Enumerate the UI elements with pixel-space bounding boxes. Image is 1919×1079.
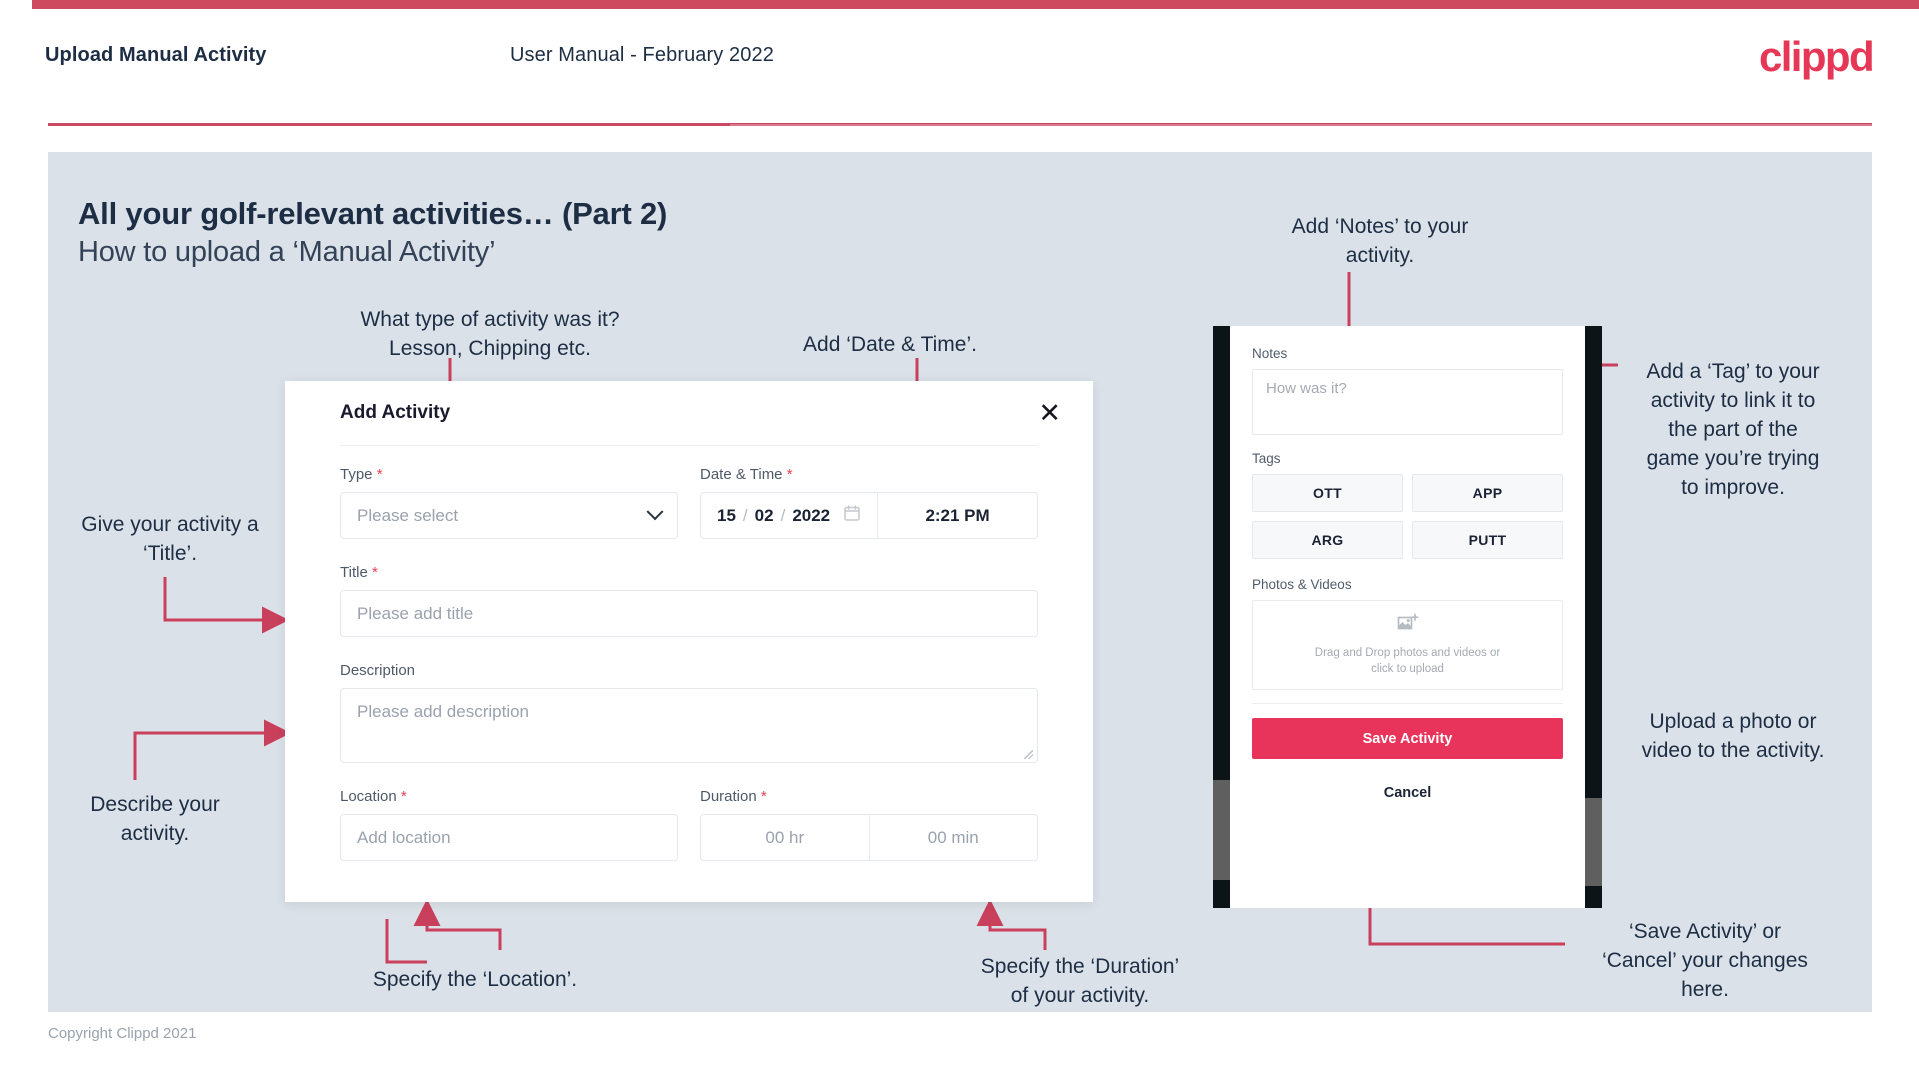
tag-arg[interactable]: ARG [1252, 521, 1403, 559]
notes-label: Notes [1252, 346, 1288, 361]
calendar-icon[interactable] [843, 504, 861, 527]
notes-placeholder: How was it? [1266, 380, 1347, 397]
dropzone-line-1: Drag and Drop photos and videos or [1314, 647, 1501, 659]
field-duration-label: Duration * [700, 788, 767, 805]
field-datetime: Date & Time * 15 / 02 / 2022 2:21 PM [700, 466, 1038, 539]
modal-header-divider [340, 445, 1038, 446]
slide-canvas: Upload Manual Activity User Manual - Feb… [0, 0, 1919, 1079]
annotation-description: Describe your activity. [90, 793, 220, 845]
date-input[interactable]: 15 / 02 / 2022 [701, 493, 877, 538]
type-select-value: Please select [357, 505, 459, 525]
duration-minutes-input[interactable]: 00 min [868, 815, 1038, 860]
field-datetime-label: Date & Time * [700, 466, 793, 483]
annotation-save: ‘Save Activity’ or ‘Cancel’ your changes… [1602, 920, 1808, 1001]
required-marker: * [786, 466, 793, 483]
tags-grid: OTT APP ARG PUTT [1252, 474, 1563, 559]
title-input[interactable]: Please add title [340, 590, 1038, 637]
type-select[interactable]: Please select [340, 492, 678, 539]
annotation-notes: Add ‘Notes’ to your activity. [1291, 215, 1469, 267]
field-title: Title * Please add title [340, 564, 1038, 637]
page-subtitle: User Manual - February 2022 [510, 44, 774, 66]
dropzone-line-2: click to upload [1371, 663, 1444, 675]
slide-subheading: How to upload a ‘Manual Activity’ [78, 236, 496, 268]
page-title: Upload Manual Activity [45, 44, 267, 66]
phone-divider [1252, 703, 1563, 704]
annotation-type: What type of activity was it? Lesson, Ch… [360, 308, 620, 360]
field-type-label: Type * [340, 466, 383, 483]
field-location: Location * Add location [340, 788, 678, 861]
description-placeholder: Please add description [357, 702, 530, 721]
field-title-label: Title * [340, 564, 378, 581]
description-textarea[interactable]: Please add description [340, 688, 1038, 763]
date-sep: / [780, 505, 786, 525]
top-accent-bar [0, 0, 1919, 9]
date-year: 2022 [792, 505, 831, 525]
notes-textarea[interactable]: How was it? [1252, 369, 1563, 435]
clippd-logo: clippd [1758, 33, 1875, 80]
slide-heading: All your golf-relevant activities… (Part… [78, 196, 668, 231]
location-placeholder: Add location [357, 827, 451, 847]
header-divider-light [730, 124, 1872, 126]
photo-dropzone[interactable]: Drag and Drop photos and videos or click… [1252, 600, 1563, 690]
close-icon[interactable]: ✕ [1032, 398, 1067, 429]
phone-volume-button-left [1213, 780, 1230, 880]
annotation-title: Give your activity a ‘Title’. [81, 513, 259, 565]
phone-screen: Notes How was it? Tags OTT APP ARG PUTT … [1230, 326, 1585, 908]
tag-ott[interactable]: OTT [1252, 474, 1403, 512]
date-month: 02 [754, 505, 774, 525]
required-marker: * [400, 788, 407, 805]
required-marker: * [376, 466, 383, 483]
field-description-label: Description [340, 662, 416, 679]
duration-group: 00 hr 00 min [700, 814, 1038, 861]
annotation-upload: Upload a photo or video to the activity. [1641, 710, 1825, 762]
row-location-duration: Location * Add location Duration * 00 hr… [340, 788, 1038, 861]
modal-title: Add Activity [340, 402, 451, 423]
add-image-icon [1397, 613, 1419, 638]
title-input-placeholder: Please add title [357, 603, 474, 623]
cancel-button[interactable]: Cancel [1252, 785, 1563, 801]
add-activity-modal: Add Activity ✕ Type * Please select Date… [285, 381, 1093, 902]
tag-putt[interactable]: PUTT [1412, 521, 1563, 559]
dropzone-text: Drag and Drop photos and videos or click… [1315, 645, 1500, 677]
annotation-duration: Specify the ‘Duration’ of your activity. [980, 955, 1180, 1007]
location-input[interactable]: Add location [340, 814, 678, 861]
field-description: Description Please add description [340, 662, 1038, 763]
chevron-down-icon [646, 502, 664, 520]
date-day: 15 [717, 505, 736, 525]
photos-videos-label: Photos & Videos [1252, 577, 1352, 592]
modal-body: Type * Please select Date & Time * 15 / … [340, 466, 1038, 861]
date-sep: / [742, 505, 748, 525]
annotation-tags: Add a ‘Tag’ to your activity to link it … [1646, 360, 1820, 499]
field-location-label: Location * [340, 788, 407, 805]
phone-power-button-right [1585, 798, 1602, 886]
row-type-datetime: Type * Please select Date & Time * 15 / … [340, 466, 1038, 539]
annotation-location: Specify the ‘Location’. [372, 968, 578, 991]
tags-label: Tags [1252, 451, 1281, 466]
field-type: Type * Please select [340, 466, 678, 539]
datetime-group: 15 / 02 / 2022 2:21 PM [700, 492, 1038, 539]
tag-app[interactable]: APP [1412, 474, 1563, 512]
duration-hours-input[interactable]: 00 hr [701, 815, 869, 860]
time-input[interactable]: 2:21 PM [877, 493, 1037, 538]
annotation-datetime: Add ‘Date & Time’. [803, 333, 977, 356]
footer-copyright: Copyright Clippd 2021 [48, 1025, 197, 1042]
save-activity-button[interactable]: Save Activity [1252, 718, 1563, 759]
top-accent-bar-notch [0, 0, 32, 9]
required-marker: * [371, 564, 378, 581]
phone-mockup: Notes How was it? Tags OTT APP ARG PUTT … [1213, 326, 1602, 908]
modal-header: Add Activity ✕ [285, 381, 1093, 445]
field-duration: Duration * 00 hr 00 min [700, 788, 1038, 861]
required-marker: * [760, 788, 767, 805]
